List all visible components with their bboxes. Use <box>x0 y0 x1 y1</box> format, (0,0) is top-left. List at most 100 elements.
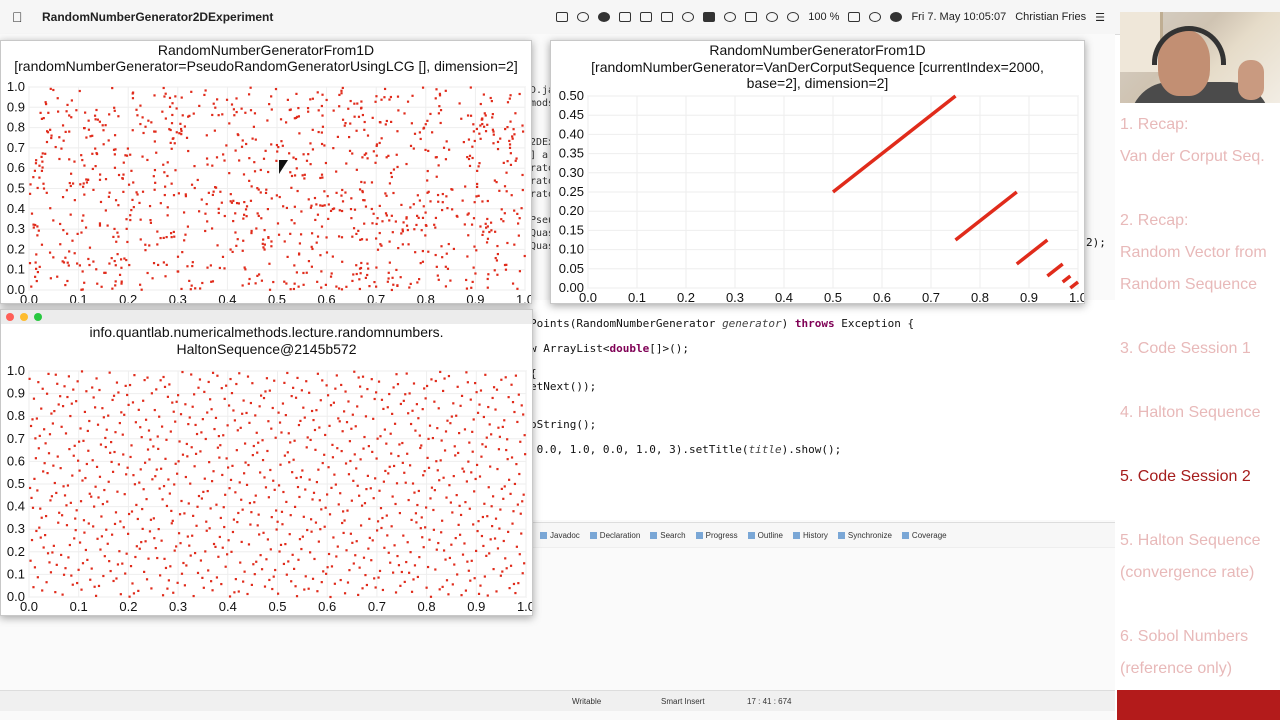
data-point <box>522 493 525 496</box>
app-name[interactable]: RandomNumberGenerator2DExperiment <box>42 10 273 24</box>
keyboard-icon[interactable] <box>703 12 716 22</box>
data-point <box>127 183 131 186</box>
battery-icon[interactable] <box>848 12 861 22</box>
data-point <box>338 287 341 290</box>
data-point <box>270 245 273 248</box>
data-point <box>446 207 449 210</box>
data-point <box>35 529 38 533</box>
data-point <box>165 438 168 441</box>
data-point <box>47 372 50 375</box>
window-titlebar[interactable] <box>1 310 532 324</box>
minimize-button[interactable] <box>20 313 28 321</box>
user-name[interactable]: Christian Fries <box>1015 11 1086 23</box>
data-point <box>416 194 419 197</box>
data-point <box>295 271 298 274</box>
data-point <box>453 445 456 448</box>
folder-icon[interactable] <box>640 12 653 22</box>
tab-search[interactable]: Search <box>650 531 686 540</box>
tab-javadoc[interactable]: Javadoc <box>540 531 580 540</box>
data-point <box>280 510 284 513</box>
record-icon[interactable] <box>577 12 590 22</box>
data-point <box>520 532 523 535</box>
data-point <box>441 201 444 204</box>
wifi-icon[interactable] <box>766 12 779 22</box>
data-point <box>388 261 391 264</box>
data-point <box>341 260 344 263</box>
chart-window-vdc[interactable]: RandomNumberGeneratorFrom1D [randomNumbe… <box>550 40 1085 304</box>
data-point <box>486 123 489 126</box>
time-machine-icon[interactable] <box>724 12 737 22</box>
zoom-level[interactable]: 100 % <box>808 11 839 23</box>
close-button[interactable] <box>6 313 14 321</box>
data-point <box>283 280 286 283</box>
y-tick-label: 0.8 <box>7 120 25 135</box>
data-point <box>396 554 399 558</box>
data-point <box>461 553 465 556</box>
data-point <box>98 224 102 227</box>
data-point <box>252 563 255 566</box>
data-point <box>296 189 299 193</box>
tab-outline[interactable]: Outline <box>747 531 783 540</box>
tab-history[interactable]: History <box>793 531 828 540</box>
agenda-item: 4. Halton Sequence <box>1120 404 1261 421</box>
data-point <box>117 115 120 118</box>
data-point <box>305 446 308 449</box>
data-point <box>495 388 499 391</box>
data-point <box>479 124 482 127</box>
airplay-icon[interactable] <box>745 12 758 22</box>
tab-progress[interactable]: Progress <box>695 531 738 540</box>
zoom-button[interactable] <box>34 313 42 321</box>
data-point <box>363 181 366 184</box>
data-point <box>68 114 71 117</box>
tab-coverage[interactable]: Coverage <box>901 531 947 540</box>
menu-extras-icon[interactable]: ☰ <box>1095 11 1105 24</box>
data-point <box>493 537 497 540</box>
data-point <box>249 401 253 405</box>
y-tick-label: 0.2 <box>7 241 25 256</box>
data-point <box>434 216 438 220</box>
data-point <box>519 512 522 515</box>
data-point <box>517 582 520 585</box>
data-point <box>220 582 223 586</box>
data-point <box>172 194 176 197</box>
data-point <box>122 161 125 164</box>
data-point <box>380 137 383 140</box>
data-point <box>488 423 491 426</box>
apple-icon[interactable]:  <box>12 9 26 25</box>
data-point <box>311 498 314 501</box>
data-point <box>231 530 235 534</box>
data-point <box>76 380 79 383</box>
camera-icon[interactable] <box>556 12 569 22</box>
data-point <box>114 511 118 514</box>
data-point <box>307 587 310 590</box>
tab-synchronize[interactable]: Synchronize <box>837 531 892 540</box>
data-point <box>496 467 499 471</box>
data-point <box>263 585 267 588</box>
data-point <box>329 595 332 599</box>
data-point <box>56 97 59 100</box>
bluetooth-icon[interactable] <box>682 12 695 22</box>
data-point <box>417 216 420 219</box>
data-point <box>395 268 398 272</box>
siri-icon[interactable] <box>890 12 903 22</box>
tab-declaration[interactable]: Declaration <box>589 531 640 540</box>
display-icon[interactable] <box>661 12 674 22</box>
data-point <box>506 458 509 461</box>
data-point <box>310 232 314 235</box>
clock[interactable]: Fri 7. May 10:05:07 <box>911 11 1006 23</box>
chart-window-halton[interactable]: info.quantlab.numericalmethods.lecture.r… <box>0 309 533 616</box>
dropbox-icon[interactable] <box>619 12 632 22</box>
data-point <box>403 471 406 474</box>
data-point <box>381 588 385 592</box>
volume-icon[interactable] <box>787 12 800 22</box>
search-icon[interactable] <box>869 12 882 22</box>
eye-icon[interactable] <box>598 12 611 22</box>
data-point <box>427 190 430 193</box>
data-point <box>388 98 391 101</box>
data-point <box>61 514 64 517</box>
data-point <box>169 565 172 568</box>
code-editor[interactable]: Points(RandomNumberGenerator generator) … <box>530 300 1115 520</box>
data-point <box>77 568 80 571</box>
data-point <box>224 565 227 568</box>
chart-window-lcg[interactable]: RandomNumberGeneratorFrom1D [randomNumbe… <box>0 40 532 304</box>
